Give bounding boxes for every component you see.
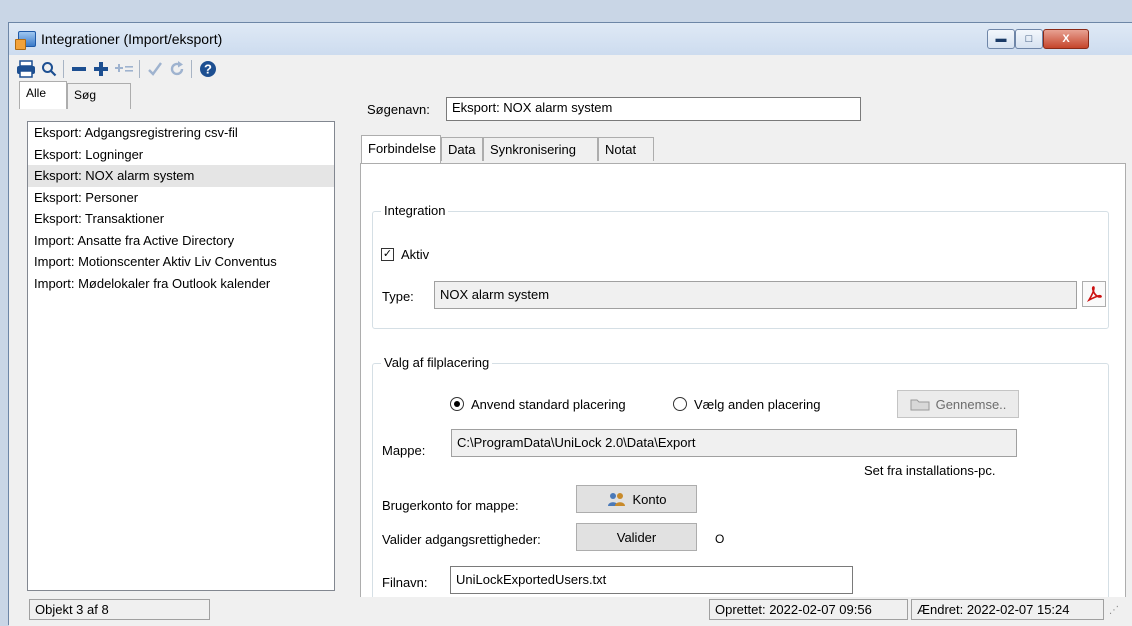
list-item[interactable]: Eksport: Logninger <box>28 144 334 166</box>
filename-label: Filnavn: <box>382 575 428 590</box>
search-icon[interactable] <box>39 59 59 79</box>
list-item[interactable]: Eksport: Personer <box>28 187 334 209</box>
folder-label: Mappe: <box>382 443 426 458</box>
title-bar[interactable]: Integrationer (Import/eksport) ▬ □ X <box>9 23 1132 55</box>
tab-alle[interactable]: Alle <box>19 81 67 109</box>
folder-note: Set fra installations-pc. <box>864 463 996 478</box>
validate-button[interactable]: Valider <box>576 523 697 551</box>
app-icon <box>15 31 36 50</box>
remove-icon[interactable] <box>69 59 89 79</box>
radio-other-placement[interactable] <box>673 397 687 411</box>
active-label: Aktiv <box>401 247 430 262</box>
status-changed: Ændret: 2022-02-07 15:24 <box>911 599 1104 620</box>
tab-forbindelse[interactable]: Forbindelse <box>361 135 441 163</box>
active-checkbox[interactable]: ✓ <box>381 248 394 261</box>
toolbar-separator <box>63 60 64 78</box>
tab-synkronisering[interactable]: Synkronisering <box>483 137 598 161</box>
browse-button-label: Gennemse.. <box>935 396 1007 412</box>
search-name-input[interactable]: Eksport: NOX alarm system <box>446 97 861 121</box>
refresh-icon[interactable] <box>167 59 187 79</box>
add-icon[interactable] <box>91 59 111 79</box>
status-created: Oprettet: 2022-02-07 09:56 <box>709 599 908 620</box>
toolbar-separator <box>139 60 140 78</box>
integration-list[interactable]: Eksport: Adgangsregistrering csv-fil Eksp… <box>27 121 335 591</box>
list-item[interactable]: Eksport: Transaktioner <box>28 208 334 230</box>
users-icon <box>607 493 625 506</box>
tab-notat[interactable]: Notat <box>598 137 654 161</box>
file-placement-group: Valg af filplacering Anvend standard pla… <box>372 355 1109 610</box>
integration-group: Integration ✓ Aktiv Type: NOX alarm syst… <box>372 203 1109 329</box>
status-bar: Objekt 3 af 8 Oprettet: 2022-02-07 09:56… <box>9 597 1132 626</box>
folder-icon <box>910 399 930 411</box>
tab-data[interactable]: Data <box>441 137 483 161</box>
filename-input[interactable]: UniLockExportedUsers.txt <box>450 566 853 594</box>
account-button[interactable]: Konto <box>576 485 697 513</box>
radio-standard-label: Anvend standard placering <box>471 397 626 412</box>
validation-status-indicator: O <box>715 532 725 546</box>
toolbar: ? <box>9 55 1132 83</box>
print-icon[interactable] <box>15 59 37 79</box>
add-multiple-icon[interactable] <box>113 59 135 79</box>
svg-text:?: ? <box>204 62 212 77</box>
help-icon[interactable]: ? <box>197 59 219 79</box>
folder-field: C:\ProgramData\UniLock 2.0\Data\Export <box>451 429 1017 457</box>
tab-page-forbindelse: Integration ✓ Aktiv Type: NOX alarm syst… <box>360 163 1126 615</box>
browse-button[interactable]: Gennemse.. <box>897 390 1019 418</box>
list-item[interactable]: Eksport: Adgangsregistrering csv-fil <box>28 122 334 144</box>
integration-group-title: Integration <box>381 203 449 218</box>
minimize-button[interactable]: ▬ <box>987 29 1015 49</box>
maximize-button[interactable]: □ <box>1015 29 1043 49</box>
type-field: NOX alarm system <box>434 281 1077 309</box>
account-button-label: Konto <box>632 491 667 507</box>
tab-sog[interactable]: Søg <box>67 83 131 109</box>
toolbar-separator <box>191 60 192 78</box>
file-placement-group-title: Valg af filplacering <box>381 355 493 370</box>
list-item[interactable]: Import: Mødelokaler fra Outlook kalender <box>28 273 334 295</box>
check-icon[interactable] <box>145 59 165 79</box>
search-name-label: Søgenavn: <box>367 102 430 117</box>
pdf-document-button[interactable] <box>1082 281 1106 307</box>
resize-grip-icon[interactable]: ⋰ <box>1109 605 1119 616</box>
window-title: Integrationer (Import/eksport) <box>41 31 223 47</box>
list-item[interactable]: Import: Ansatte fra Active Directory <box>28 230 334 252</box>
radio-standard-placement[interactable] <box>450 397 464 411</box>
close-button[interactable]: X <box>1043 29 1089 49</box>
integrations-window: Integrationer (Import/eksport) ▬ □ X ? A… <box>8 22 1132 626</box>
pdf-icon <box>1086 286 1102 302</box>
account-label: Brugerkonto for mappe: <box>382 498 519 513</box>
validate-label: Valider adgangsrettigheder: <box>382 532 541 547</box>
list-item[interactable]: Import: Motionscenter Aktiv Liv Conventu… <box>28 251 334 273</box>
status-object-count: Objekt 3 af 8 <box>29 599 210 620</box>
list-item[interactable]: Eksport: NOX alarm system <box>28 165 334 187</box>
radio-other-label: Vælg anden placering <box>694 397 821 412</box>
type-label: Type: <box>382 289 414 304</box>
